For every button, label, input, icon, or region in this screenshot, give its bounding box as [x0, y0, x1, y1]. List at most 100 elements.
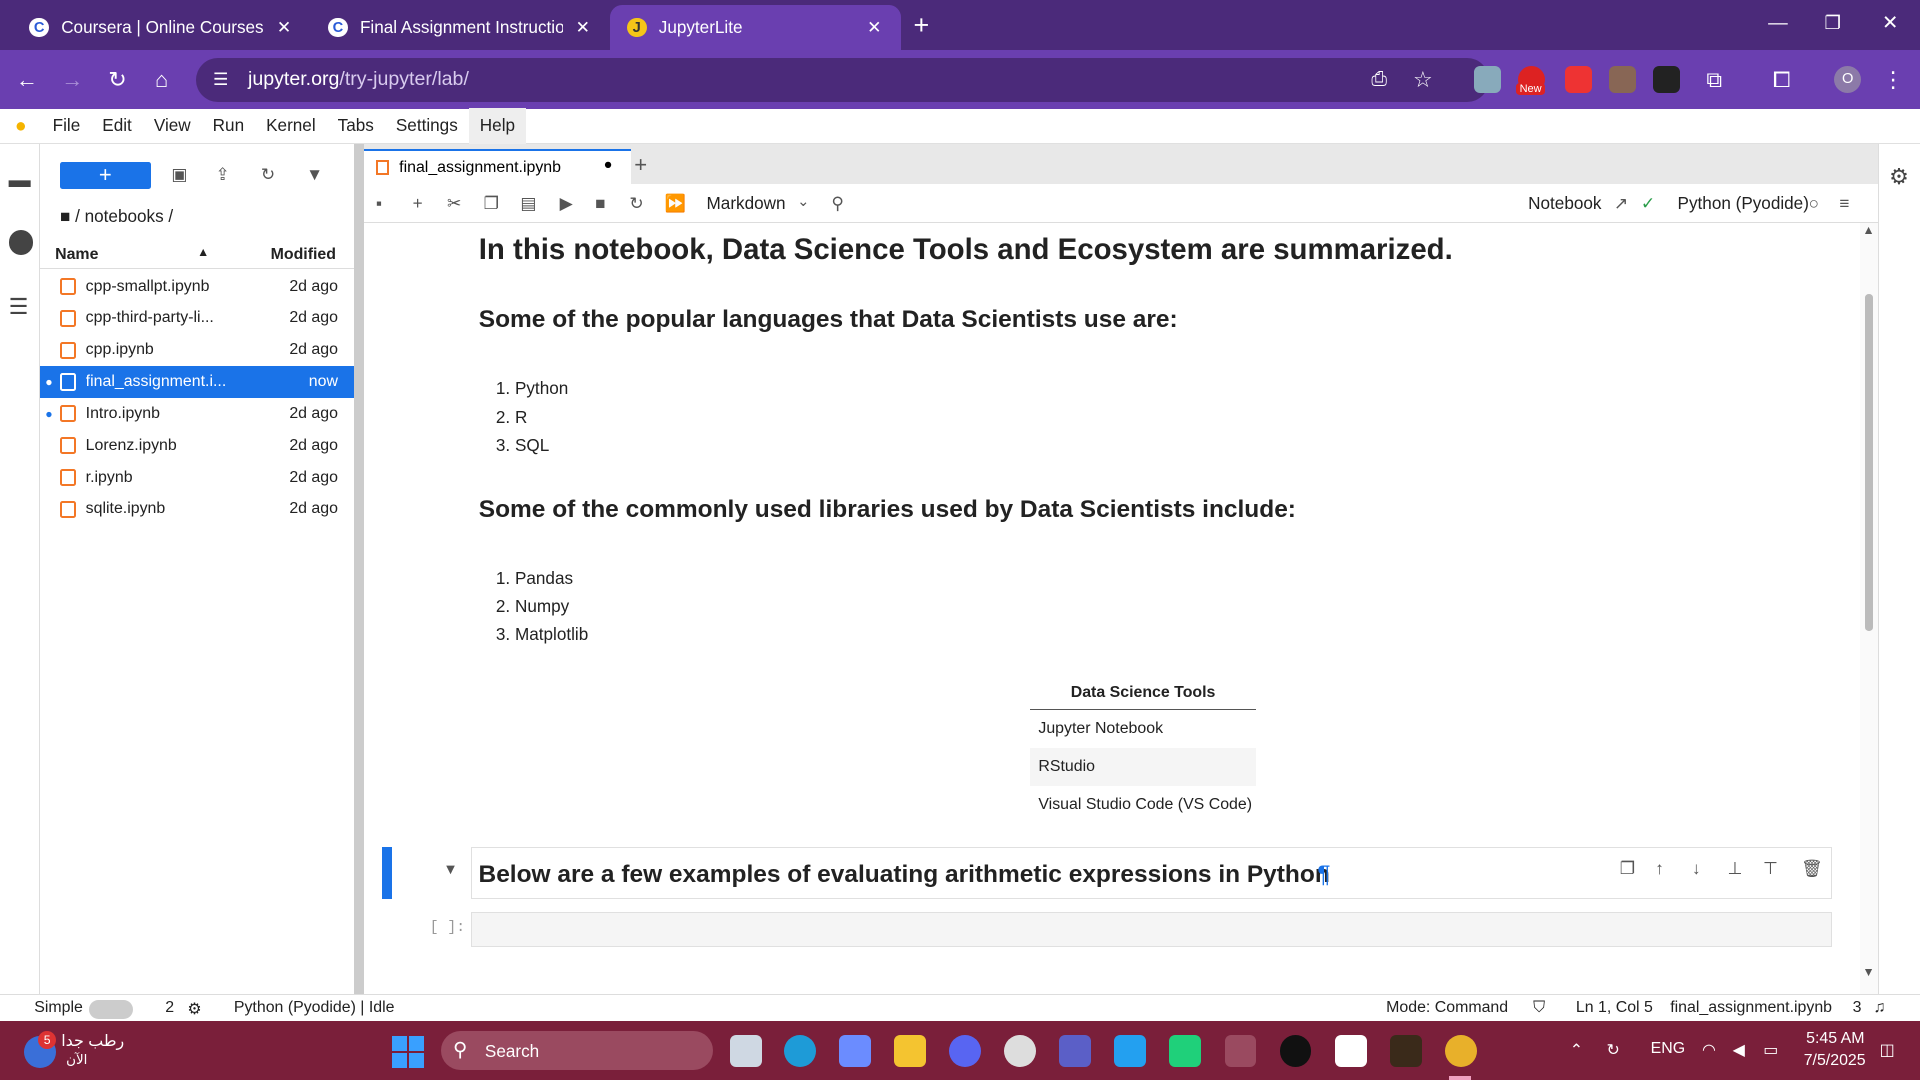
duplicate-cell-icon[interactable]: ❐: [1620, 858, 1635, 879]
notion-icon[interactable]: [1334, 1034, 1367, 1067]
panel-splitter[interactable]: [353, 144, 364, 995]
back-icon[interactable]: ←: [12, 65, 41, 94]
extension-icon[interactable]: [1653, 66, 1680, 94]
notebook-tab[interactable]: final_assignment.ipynb ●: [363, 149, 631, 184]
new-launcher-button[interactable]: +: [59, 161, 151, 189]
table-of-contents-icon[interactable]: ☰: [9, 294, 29, 320]
profile-avatar[interactable]: O: [1834, 66, 1862, 94]
windows-start-icon[interactable]: [391, 1035, 424, 1068]
menu-edit[interactable]: Edit: [91, 108, 143, 144]
restart-icon[interactable]: ↻: [629, 193, 643, 214]
column-modified[interactable]: Modified: [271, 246, 336, 264]
menu-kernel[interactable]: Kernel: [255, 108, 327, 144]
forward-icon[interactable]: →: [58, 65, 87, 94]
cell-type-dropdown[interactable]: Markdown: [707, 193, 786, 214]
taskbar-search-box[interactable]: ⚲ Search: [440, 1031, 713, 1071]
kernel-name[interactable]: Python (Pyodide): [1678, 193, 1809, 214]
extension-icon[interactable]: [1474, 66, 1502, 94]
site-info-icon[interactable]: ☰: [213, 69, 228, 90]
insert-below-icon[interactable]: ⊤: [1763, 858, 1778, 879]
menu-run[interactable]: Run: [202, 108, 255, 144]
menu-icon[interactable]: ≡: [1839, 193, 1849, 214]
file-row[interactable]: cpp-smallpt.ipynb 2d ago: [40, 271, 353, 303]
unsaved-dot-icon[interactable]: ●: [604, 157, 613, 173]
notification-center-icon[interactable]: ◫: [1880, 1040, 1895, 1060]
file-explorer-icon[interactable]: [893, 1034, 926, 1067]
paste-icon[interactable]: ▤: [520, 193, 536, 214]
vscode-icon[interactable]: [1114, 1034, 1147, 1067]
th-app-icon[interactable]: [1224, 1034, 1257, 1067]
teams-icon[interactable]: [1059, 1034, 1092, 1067]
menu-view[interactable]: View: [143, 108, 202, 144]
minimize-icon[interactable]: —: [1768, 12, 1788, 35]
folder-icon[interactable]: ▬: [9, 167, 31, 193]
notification-count[interactable]: 3: [1853, 999, 1862, 1017]
install-app-icon[interactable]: ⎙: [1371, 68, 1387, 91]
cut-icon[interactable]: ✂: [447, 193, 461, 214]
scrollbar-thumb[interactable]: [1864, 293, 1874, 631]
browser-tab-jupyterlite[interactable]: J JupyterLite ✕: [609, 4, 902, 51]
terminal-count[interactable]: 2: [165, 999, 174, 1017]
column-name[interactable]: Name: [55, 246, 98, 264]
scroll-up-icon[interactable]: ▲: [1862, 223, 1874, 237]
wifi-icon[interactable]: ◠: [1702, 1040, 1716, 1060]
edge-icon[interactable]: [783, 1034, 816, 1067]
volume-icon[interactable]: ◀: [1733, 1040, 1745, 1060]
extensions-puzzle-icon[interactable]: ⧉: [1700, 65, 1729, 94]
browser-tab-final-assignment[interactable]: C Final Assignment Instructions: C ✕: [311, 5, 610, 50]
sync-icon[interactable]: ↻: [1607, 1040, 1620, 1060]
close-icon[interactable]: ✕: [573, 17, 593, 38]
teamviewer-icon[interactable]: [1279, 1034, 1312, 1067]
close-icon[interactable]: ✕: [865, 17, 885, 38]
file-row[interactable]: r.ipynb 2d ago: [40, 462, 353, 494]
run-all-icon[interactable]: ⏩: [665, 193, 686, 214]
menu-settings[interactable]: Settings: [385, 108, 469, 144]
upload-icon[interactable]: ⇪: [216, 164, 230, 185]
chevron-down-icon[interactable]: ⌄: [797, 193, 809, 210]
copilot-icon[interactable]: [838, 1034, 871, 1067]
move-down-icon[interactable]: ↓: [1692, 858, 1701, 879]
stop-icon[interactable]: ■: [595, 193, 605, 214]
code-cell-input[interactable]: [471, 912, 1832, 947]
file-row[interactable]: cpp.ipynb 2d ago: [40, 334, 353, 366]
window-close-icon[interactable]: ✕: [1882, 11, 1898, 35]
language-indicator[interactable]: ENG: [1651, 1040, 1685, 1058]
game-icon[interactable]: [1389, 1034, 1422, 1067]
extension-icon[interactable]: [1608, 66, 1636, 94]
bell-icon[interactable]: ♫: [1873, 999, 1885, 1017]
refresh-icon[interactable]: ↻: [261, 164, 275, 185]
property-inspector-gear-icon[interactable]: ⚙: [1889, 164, 1909, 190]
insert-cell-icon[interactable]: +: [413, 193, 423, 214]
reload-icon[interactable]: ↻: [103, 65, 132, 94]
close-icon[interactable]: ✕: [274, 17, 294, 38]
new-tab-button[interactable]: +: [913, 10, 929, 41]
tab-search-icon[interactable]: ⧠: [1767, 65, 1796, 94]
task-view-icon[interactable]: [729, 1034, 762, 1067]
anchor-link[interactable]: ¶: [1317, 861, 1330, 889]
insert-above-icon[interactable]: ⊥: [1728, 858, 1743, 879]
menu-tabs[interactable]: Tabs: [327, 108, 385, 144]
file-row-selected[interactable]: ● final_assignment.i... now: [40, 366, 354, 398]
scroll-down-icon[interactable]: ▼: [1862, 965, 1874, 979]
new-folder-icon[interactable]: ▣: [171, 164, 187, 185]
browser-menu-icon[interactable]: ⋮: [1878, 65, 1907, 94]
cursor-position[interactable]: Ln 1, Col 5: [1576, 999, 1653, 1017]
move-up-icon[interactable]: ↑: [1655, 858, 1664, 879]
kernel-status[interactable]: Python (Pyodide) | Idle: [234, 999, 395, 1017]
filter-icon[interactable]: ▼: [306, 164, 323, 185]
simple-mode-toggle[interactable]: [89, 1000, 134, 1019]
pycharm-icon[interactable]: [1169, 1034, 1202, 1067]
file-row[interactable]: ● Intro.ipynb 2d ago: [40, 398, 353, 430]
weather-text[interactable]: رطب جدا: [61, 1031, 124, 1051]
folder-icon[interactable]: ■: [60, 206, 70, 226]
save-icon[interactable]: ▪: [376, 193, 382, 214]
show-hidden-icons-icon[interactable]: ⌃: [1570, 1040, 1583, 1060]
file-row[interactable]: Lorenz.ipynb 2d ago: [40, 430, 353, 462]
open-notebook-link[interactable]: Notebook: [1528, 193, 1601, 214]
location-pin-icon[interactable]: ⚲: [831, 193, 844, 214]
chrome-icon[interactable]: [1444, 1034, 1477, 1067]
clock-time[interactable]: 5:45 AM: [1806, 1030, 1864, 1048]
file-row[interactable]: cpp-third-party-li... 2d ago: [40, 302, 353, 334]
url-field[interactable]: ☰ jupyter.org/try-jupyter/lab/ ⎙ ☆: [195, 57, 1489, 102]
menu-help[interactable]: Help: [468, 108, 527, 144]
